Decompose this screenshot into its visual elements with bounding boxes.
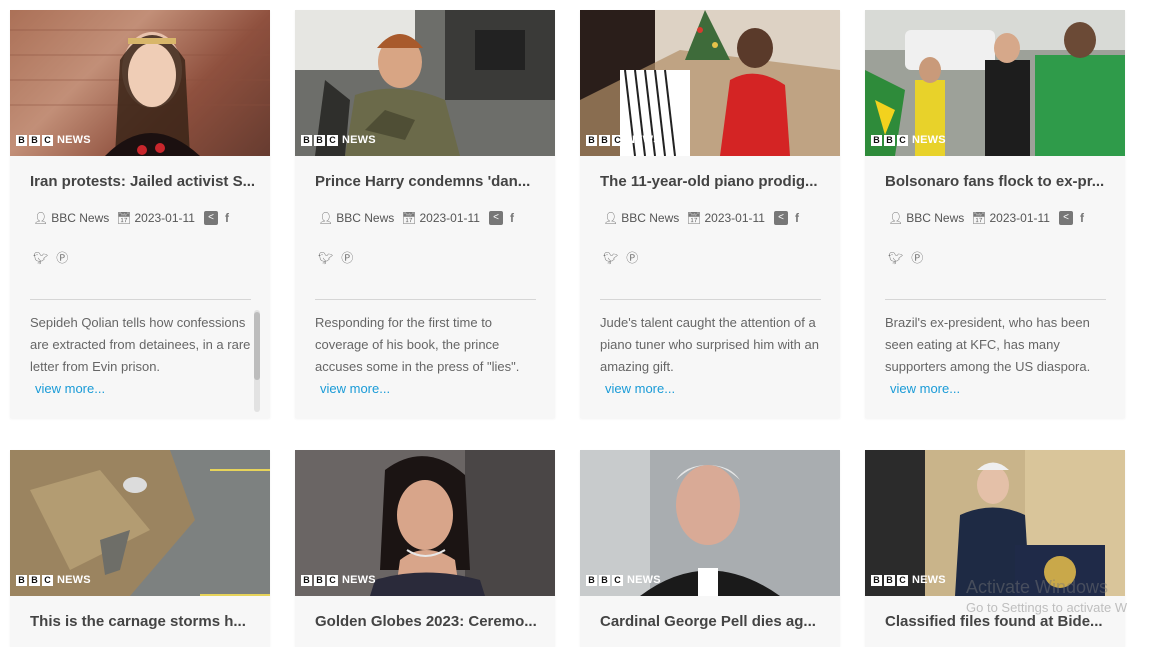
bbc-news-logo: B B C NEWS [301,134,376,146]
view-more-link[interactable]: view more... [320,378,540,400]
user-icon: 👤︎ [888,211,904,225]
bbc-news-logo: B B C NEWS [301,574,376,586]
pinterest-icon[interactable]: Ⓟ [911,248,923,268]
news-card[interactable]: B B C NEWS Cardinal George Pell dies ag... [580,450,840,647]
news-description: Sepideh Qolian tells how confessions are… [30,312,255,412]
news-card[interactable]: B B C NEWS Iran protests: Jailed activist S… [10,10,270,418]
news-card[interactable]: B B C NEWS Golden Globes 2023: Ceremo... [295,450,555,647]
news-description: Responding for the first time to coverag… [315,312,540,412]
facebook-icon[interactable]: f [795,208,799,228]
news-title[interactable]: The 11-year-old piano prodig... [600,173,828,190]
share-icon[interactable]: < [488,211,503,225]
facebook-icon[interactable]: f [510,208,514,228]
user-icon: 👤︎ [603,211,619,225]
news-thumbnail[interactable]: B B C NEWS [580,450,840,596]
news-meta: 👤︎ BBC News 📅︎ 2023-01-11 < f 🐦︎ Ⓟ [33,208,253,268]
watermark-line2: Go to Settings to activate W [966,600,1128,615]
author: BBC News [336,211,395,225]
bbc-news-logo: B B C NEWS [586,574,661,586]
pinterest-icon[interactable]: Ⓟ [341,248,353,268]
divider [885,299,1106,300]
news-card[interactable]: B B C NEWS Prince Harry condemns 'dan... 👤︎… [295,10,555,418]
twitter-icon[interactable]: 🐦︎ [603,248,618,268]
news-card[interactable]: B B C NEWS Bolsonaro fans flock to ex-pr...… [865,10,1125,418]
bbc-news-logo: B B C NEWS [16,574,91,586]
share-icon[interactable]: < [1058,211,1073,225]
windows-activation-watermark: Activate Windows Go to Settings to activ… [966,577,1127,615]
news-thumbnail[interactable]: B B C NEWS [295,10,555,156]
date: 2023-01-11 [419,211,480,225]
news-thumbnail[interactable]: B B C NEWS [580,10,840,156]
news-title[interactable]: Bolsonaro fans flock to ex-pr... [885,173,1113,190]
calendar-icon: 📅︎ [116,211,132,225]
user-icon: 👤︎ [318,211,334,225]
news-title[interactable]: This is the carnage storms h... [30,613,258,630]
date: 2023-01-11 [134,211,195,225]
divider [315,299,536,300]
news-meta: 👤︎ BBC News 📅︎ 2023-01-11 < f 🐦︎ Ⓟ [318,208,538,268]
news-meta: 👤︎ BBC News 📅︎ 2023-01-11 < f 🐦︎ Ⓟ [888,208,1108,268]
divider [30,299,251,300]
user-icon: 👤︎ [33,211,49,225]
calendar-icon: 📅︎ [686,211,702,225]
watermark-line1: Activate Windows [966,577,1109,597]
bbc-news-logo: B B C NEWS [871,134,946,146]
twitter-icon[interactable]: 🐦︎ [318,248,333,268]
news-thumbnail[interactable]: B B C NEWS [865,10,1125,156]
facebook-icon[interactable]: f [225,208,229,228]
news-title[interactable]: Golden Globes 2023: Ceremo... [315,613,543,630]
share-icon[interactable]: < [773,211,788,225]
author: BBC News [906,211,965,225]
description-scrollbar[interactable] [254,310,260,412]
news-thumbnail[interactable]: B B C NEWS [865,450,1125,596]
news-card[interactable]: B B C NEWS Classified files found at Bide..… [865,450,1125,647]
news-title[interactable]: Prince Harry condemns 'dan... [315,173,543,190]
news-thumbnail[interactable]: B B C NEWS [10,10,270,156]
calendar-icon: 📅︎ [971,211,987,225]
news-title[interactable]: Iran protests: Jailed activist S... [30,173,258,190]
view-more-link[interactable]: view more... [35,378,255,400]
bbc-news-logo: B B C NEWS [16,134,91,146]
author: BBC News [51,211,110,225]
news-thumbnail[interactable]: B B C NEWS [295,450,555,596]
news-description: Jude's talent caught the attention of a … [600,312,825,412]
date: 2023-01-11 [704,211,765,225]
bbc-news-logo: B B C NEWS [586,134,661,146]
calendar-icon: 📅︎ [401,211,417,225]
view-more-link[interactable]: view more... [605,378,825,400]
news-card[interactable]: B B C NEWS The 11-year-old piano prodig... … [580,10,840,418]
author: BBC News [621,211,680,225]
news-title[interactable]: Cardinal George Pell dies ag... [600,613,828,630]
view-more-link[interactable]: view more... [890,378,1110,400]
facebook-icon[interactable]: f [1080,208,1084,228]
news-meta: 👤︎ BBC News 📅︎ 2023-01-11 < f 🐦︎ Ⓟ [603,208,823,268]
divider [600,299,821,300]
bbc-news-logo: B B C NEWS [871,574,946,586]
news-thumbnail[interactable]: B B C NEWS [10,450,270,596]
news-title[interactable]: Classified files found at Bide... [885,613,1113,630]
news-description: Brazil's ex-president, who has been seen… [885,312,1110,412]
share-icon[interactable]: < [203,211,218,225]
news-card[interactable]: B B C NEWS This is the carnage storms h... [10,450,270,647]
twitter-icon[interactable]: 🐦︎ [888,248,903,268]
pinterest-icon[interactable]: Ⓟ [626,248,638,268]
pinterest-icon[interactable]: Ⓟ [56,248,68,268]
twitter-icon[interactable]: 🐦︎ [33,248,48,268]
date: 2023-01-11 [989,211,1050,225]
